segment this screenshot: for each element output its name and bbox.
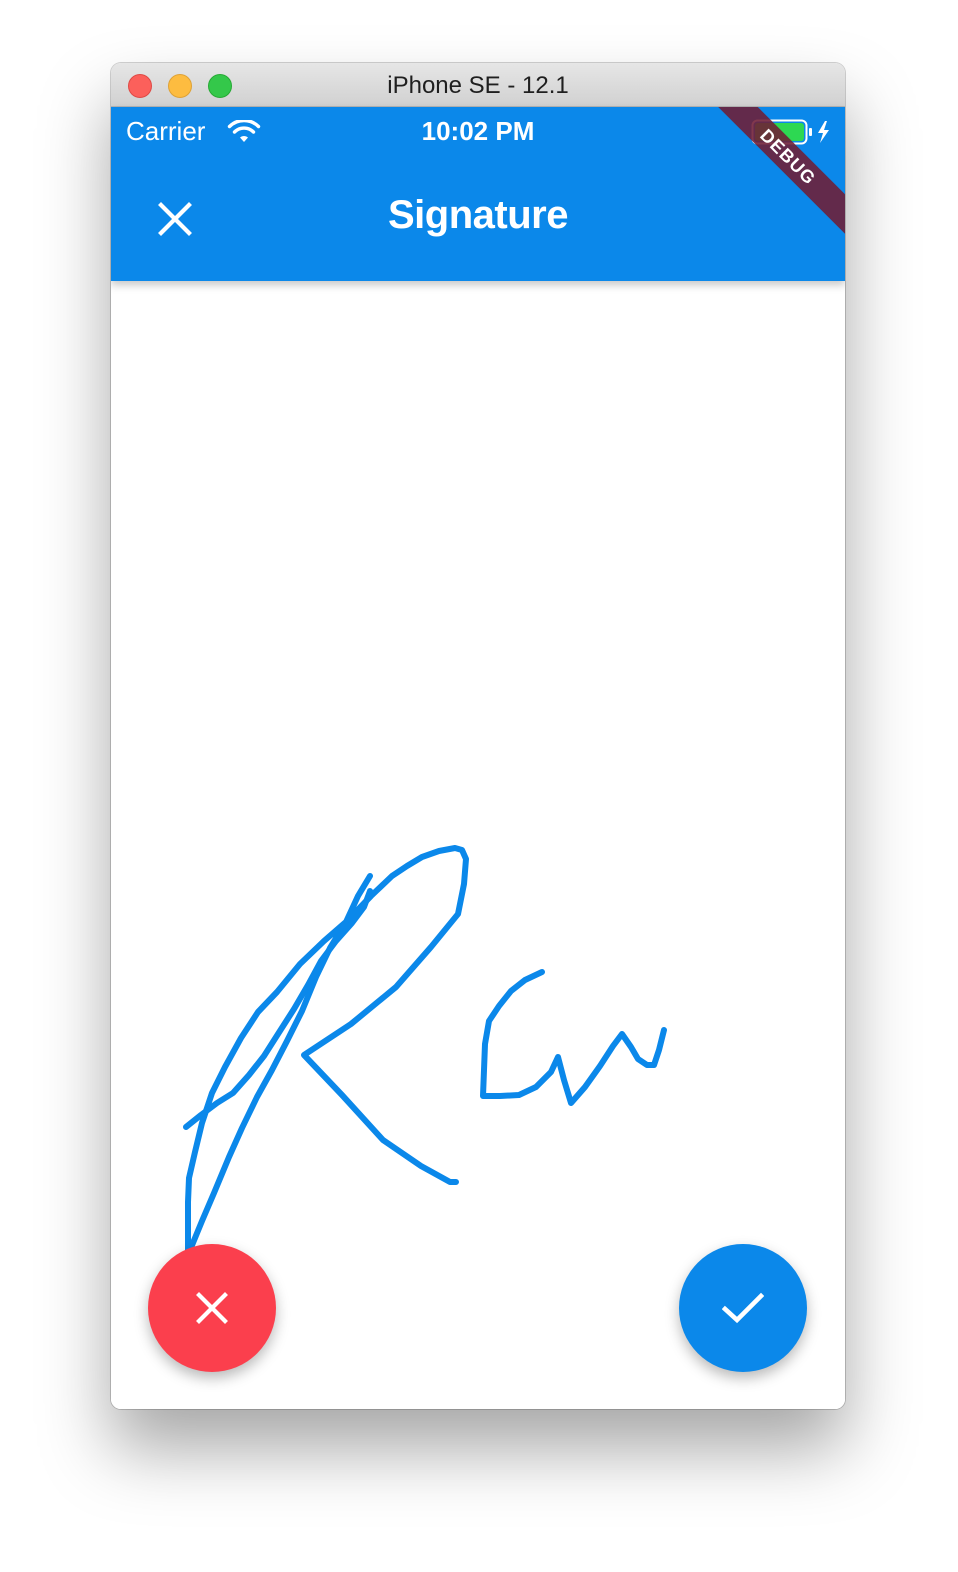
signature-stroke-3 — [480, 969, 667, 1106]
confirm-signature-button[interactable] — [679, 1244, 807, 1372]
window-title: iPhone SE - 12.1 — [387, 72, 569, 99]
check-icon — [722, 1292, 764, 1324]
signature-canvas[interactable] — [111, 281, 845, 1409]
app-screen: Carrier 10:02 PM Signature DEBUG — [111, 107, 845, 1409]
close-icon — [196, 1292, 228, 1324]
clear-signature-button[interactable] — [148, 1244, 276, 1372]
close-button[interactable] — [147, 191, 203, 247]
page-title: Signature — [388, 193, 568, 237]
app-bar: Carrier 10:02 PM Signature — [111, 107, 845, 281]
battery-icon — [751, 119, 829, 145]
window-titlebar[interactable]: iPhone SE - 12.1 — [111, 63, 845, 107]
close-icon — [158, 202, 192, 236]
signature-stroke-1 — [185, 845, 469, 1258]
signature-pad[interactable] — [111, 281, 845, 1409]
simulator-window: iPhone SE - 12.1 Carrier 10:02 PM Signat… — [111, 63, 845, 1409]
status-time: 10:02 PM — [421, 116, 535, 146]
